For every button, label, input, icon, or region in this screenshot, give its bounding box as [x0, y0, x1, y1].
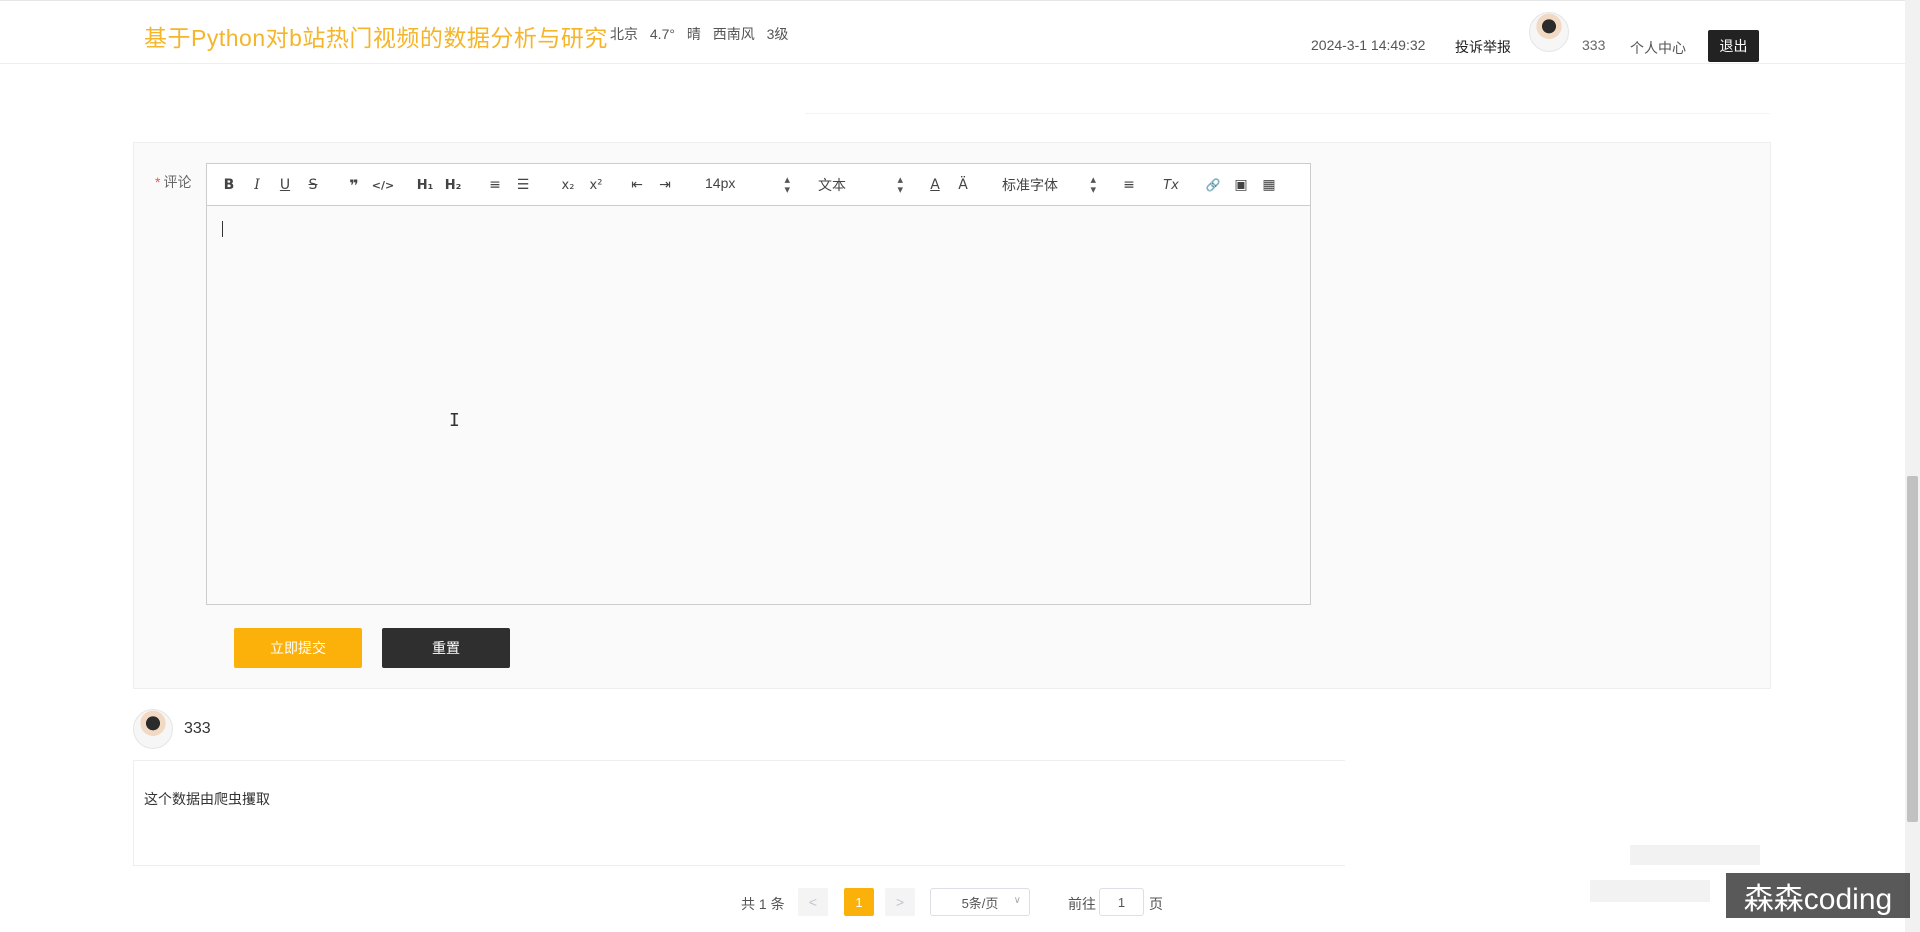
header-select[interactable]: 文本 ▴ ▾ — [818, 174, 903, 196]
select-updown-icon: ▴ ▾ — [897, 174, 903, 196]
editor-content-area[interactable]: I — [207, 206, 1310, 604]
comment-avatar — [133, 709, 173, 749]
ibeam-cursor-icon: I — [449, 410, 460, 431]
italic-icon[interactable]: I — [248, 174, 266, 196]
next-page-button[interactable]: > — [885, 888, 915, 916]
ordered-list-icon[interactable]: ≡ — [486, 174, 504, 196]
pagination-total: 共 1 条 — [741, 896, 785, 912]
comment-item: 这个数据由爬虫攫取 — [133, 760, 1345, 866]
logout-button[interactable]: 退出 — [1708, 30, 1759, 62]
h2-icon[interactable]: H₂ — [442, 174, 464, 196]
text-caret — [222, 221, 223, 237]
font-color-icon[interactable]: A — [926, 174, 944, 196]
comment-label-text: 评论 — [163, 174, 192, 190]
link-icon[interactable]: 🔗 — [1204, 174, 1222, 196]
current-datetime: 2024-3-1 14:49:32 — [1311, 37, 1426, 53]
select-updown-icon: ▴ ▾ — [1090, 174, 1096, 196]
font-size-select[interactable]: 14px ▴ ▾ — [705, 174, 790, 196]
clean-format-icon[interactable]: Tx — [1162, 174, 1180, 196]
strike-icon[interactable]: S — [304, 174, 322, 196]
submit-button[interactable]: 立即提交 — [234, 628, 362, 668]
page-size-select[interactable]: 5条/页 ∨ — [930, 888, 1030, 916]
font-size-value: 14px — [705, 175, 736, 191]
underline-icon[interactable]: U — [276, 174, 294, 196]
code-block-icon[interactable]: </> — [372, 174, 394, 196]
goto-page-input[interactable] — [1099, 888, 1144, 916]
subscript-icon[interactable]: x₂ — [558, 174, 578, 196]
page-size-value: 5条/页 — [961, 895, 999, 911]
weather-wind: 西南风 — [712, 26, 755, 42]
indent-icon[interactable]: ⇥ — [656, 174, 674, 196]
watermark: 森森coding — [1726, 873, 1910, 918]
prev-page-button[interactable]: < — [798, 888, 828, 916]
header-username: 333 — [1582, 37, 1606, 53]
weather-condition: 晴 — [686, 26, 701, 42]
comment-username: 333 — [184, 720, 211, 737]
header-value: 文本 — [818, 177, 846, 193]
select-updown-icon: ▴ ▾ — [784, 174, 790, 196]
superscript-icon[interactable]: x² — [586, 174, 606, 196]
comment-text: 这个数据由爬虫攫取 — [144, 791, 270, 807]
comment-field-label: * 评论 — [155, 172, 191, 192]
background-color-icon[interactable]: Ä — [954, 174, 972, 196]
align-icon[interactable]: ≡ — [1120, 174, 1138, 196]
weather-level: 3级 — [766, 26, 789, 42]
chevron-down-icon: ∨ — [1013, 895, 1021, 906]
blockquote-icon[interactable]: ❞ — [345, 174, 363, 196]
goto-label: 前往 — [1068, 896, 1096, 912]
rich-text-editor: B I U S ❞ </> H₁ H₂ ≡ ☰ x₂ x² ⇤ ⇥ 14px ▴… — [206, 163, 1311, 605]
weather-widget: 北京 4.7° 晴 西南风 3级 — [610, 24, 796, 44]
editor-toolbar: B I U S ❞ </> H₁ H₂ ≡ ☰ x₂ x² ⇤ ⇥ 14px ▴… — [207, 164, 1310, 206]
image-icon[interactable]: ▣ — [1232, 174, 1250, 196]
blurred-region — [1630, 845, 1760, 865]
scrollbar-thumb[interactable] — [1907, 476, 1918, 822]
site-title[interactable]: 基于Python对b站热门视频的数据分析与研究 — [144, 19, 608, 53]
blurred-region — [1590, 880, 1710, 902]
user-avatar[interactable] — [1529, 12, 1569, 52]
report-link[interactable]: 投诉举报 — [1455, 37, 1511, 57]
video-icon[interactable]: ▦ — [1260, 174, 1278, 196]
page-unit-label: 页 — [1149, 896, 1163, 912]
font-family-value: 标准字体 — [1002, 177, 1058, 193]
outdent-icon[interactable]: ⇤ — [628, 174, 646, 196]
font-family-select[interactable]: 标准字体 ▴ ▾ — [1002, 174, 1096, 196]
weather-city: 北京 — [610, 26, 638, 42]
reset-button[interactable]: 重置 — [382, 628, 510, 668]
bullet-list-icon[interactable]: ☰ — [514, 174, 532, 196]
page-number-button[interactable]: 1 — [844, 888, 874, 916]
divider — [805, 113, 1770, 114]
required-mark: * — [155, 174, 161, 190]
top-navbar: 基于Python对b站热门视频的数据分析与研究 北京 4.7° 晴 西南风 3级… — [0, 0, 1905, 64]
bold-icon[interactable]: B — [220, 174, 238, 196]
personal-center-link[interactable]: 个人中心 — [1630, 38, 1686, 58]
h1-icon[interactable]: H₁ — [414, 174, 436, 196]
weather-temp: 4.7° — [649, 26, 675, 42]
